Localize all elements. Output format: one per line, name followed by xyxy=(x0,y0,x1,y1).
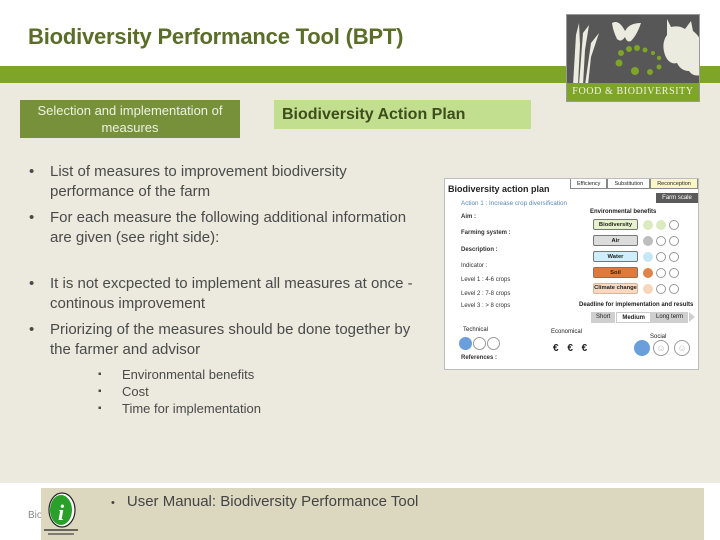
social-smiley-empty-icon: ☺ xyxy=(674,340,690,356)
economical-label: Economical xyxy=(551,329,583,335)
sub-bullet-item: ▪ Cost xyxy=(98,383,261,400)
logo-illustration-icon xyxy=(573,19,699,85)
social-label: Social xyxy=(650,334,667,340)
level-1-label: Level 1 : 4-6 crops xyxy=(461,277,511,283)
social-smiley-empty-icon: ☺ xyxy=(653,340,669,356)
env-benefit-biodiversity: Biodiversity xyxy=(593,219,638,230)
bullet-text: For each measure the following additiona… xyxy=(50,209,407,246)
deadline-selector: Short Medium Long term xyxy=(591,312,696,323)
rating-circle-filled xyxy=(643,236,653,246)
rating-circle-empty xyxy=(669,252,679,262)
deadline-title: Deadline for implementation and results xyxy=(579,302,694,308)
economical-cost: € € € xyxy=(553,343,591,354)
sub-bullet-item: ▪ Time for implementation xyxy=(98,400,261,417)
sub-bullet-text: Cost xyxy=(122,384,149,399)
level-3-label: Level 3 : > 8 crops xyxy=(461,303,511,309)
aim-label: Aim : xyxy=(461,214,476,220)
action-title: Action 1 : Increase crop diversification xyxy=(461,200,568,207)
bullet-item: • Priorizing of the measures should be do… xyxy=(28,320,428,360)
screenshot-tabs: Efficiency Substitution Reconception xyxy=(570,179,698,189)
bullet-item: • It is not excpected to implement all me… xyxy=(28,274,428,314)
bullet-text: Priorizing of the measures should be don… xyxy=(50,321,411,358)
env-benefit-climate-change: Climate change xyxy=(593,283,638,294)
page-title: Biodiversity Performance Tool (BPT) xyxy=(28,24,404,49)
bullet-dot: • xyxy=(111,497,115,509)
screenshot-title: Biodiversity action plan xyxy=(448,184,550,194)
deadline-medium[interactable]: Medium xyxy=(616,312,652,323)
farm-scale-button[interactable]: Farm scale xyxy=(656,193,698,203)
sub-bullet-list: ▪ Environmental benefits ▪ Cost ▪ Time for … xyxy=(98,366,261,417)
biodiversity-action-plan-button[interactable]: Biodiversity Action Plan xyxy=(274,100,531,129)
bullet-dot: • xyxy=(29,163,35,180)
bullet-dot: • xyxy=(29,275,35,292)
technical-rating-empty xyxy=(487,337,500,350)
user-manual-link[interactable]: • User Manual: Biodiversity Performance T… xyxy=(111,493,418,510)
bullet-text: List of measures to improvement biodiver… xyxy=(50,163,347,200)
env-benefit-air: Air xyxy=(593,235,638,246)
level-2-label: Level 2 : 7-8 crops xyxy=(461,291,511,297)
rating-circle-filled xyxy=(643,284,653,294)
references-label: References : xyxy=(461,355,498,361)
env-benefits-title: Environmental benefits xyxy=(590,209,657,215)
action-plan-screenshot: Biodiversity action plan Efficiency Subs… xyxy=(444,178,699,370)
bullet-dot: • xyxy=(29,209,35,226)
bullet-item: • List of measures to improvement biodive… xyxy=(28,162,428,202)
bullet-dot: • xyxy=(29,321,35,338)
technical-label: Technical xyxy=(463,327,489,333)
tab-efficiency[interactable]: Efficiency xyxy=(570,179,608,189)
rating-circle-empty xyxy=(669,284,679,294)
user-manual-text: User Manual: Biodiversity Performance To… xyxy=(126,493,419,510)
sub-bullet-text: Time for implementation xyxy=(122,401,261,416)
sub-bullet-dot: ▪ xyxy=(98,403,102,414)
farming-system-label: Farming system : xyxy=(461,230,511,236)
rating-circle-empty xyxy=(656,284,666,294)
indicator-label: Indicator : xyxy=(461,263,488,269)
deadline-short[interactable]: Short xyxy=(591,312,617,323)
rating-circle-filled xyxy=(656,220,666,230)
deadline-arrow-icon xyxy=(689,312,696,322)
rating-circle-empty xyxy=(656,236,666,246)
description-label: Description : xyxy=(461,247,498,253)
svg-text:i: i xyxy=(58,500,65,525)
sub-bullet-item: ▪ Environmental benefits xyxy=(98,366,261,383)
sub-bullet-text: Environmental benefits xyxy=(122,367,255,382)
technical-rating-filled xyxy=(459,337,472,350)
technical-rating-empty xyxy=(473,337,486,350)
logo-caption: FOOD & BIODIVERSITY xyxy=(567,83,699,101)
rating-circle-filled xyxy=(643,268,653,278)
env-benefit-water: Water xyxy=(593,251,638,262)
food-biodiversity-logo: FOOD & BIODIVERSITY xyxy=(566,14,700,102)
sub-bullet-dot: ▪ xyxy=(98,369,102,380)
bullet-list: • List of measures to improvement biodive… xyxy=(28,162,428,366)
env-benefit-soil: Soil xyxy=(593,267,638,278)
tab-substitution[interactable]: Substitution xyxy=(607,179,651,189)
rating-circle-filled xyxy=(643,220,653,230)
rating-circle-empty xyxy=(669,220,679,230)
tab-reconception[interactable]: Reconception xyxy=(650,179,698,189)
rating-circle-filled xyxy=(643,252,653,262)
rating-circle-empty xyxy=(656,252,666,262)
rating-circle-empty xyxy=(656,268,666,278)
sub-bullet-dot: ▪ xyxy=(98,386,102,397)
selection-implementation-button[interactable]: Selection and implementation of measures xyxy=(20,100,240,138)
info-icon: i xyxy=(44,492,78,535)
bullet-text: It is not excpected to implement all mea… xyxy=(50,275,413,312)
social-smiley-filled-icon xyxy=(634,340,650,356)
bullet-item: • For each measure the following addition… xyxy=(28,208,428,248)
rating-circle-empty xyxy=(669,268,679,278)
rating-circle-empty xyxy=(669,236,679,246)
deadline-long-term[interactable]: Long term xyxy=(651,312,690,323)
